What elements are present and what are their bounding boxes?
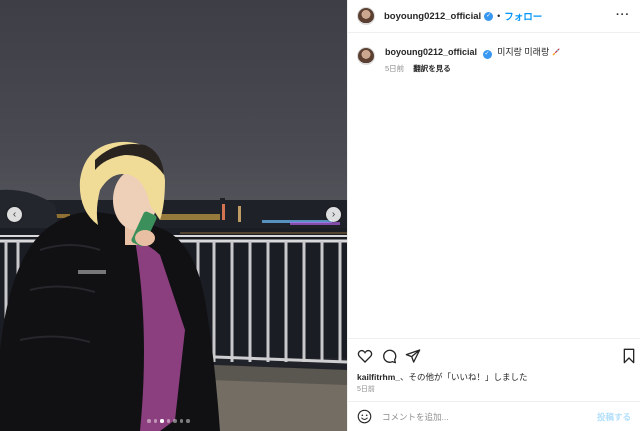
separator-dot: • — [497, 11, 501, 21]
carousel-dot — [173, 419, 177, 423]
comment-bar: 投稿する — [348, 401, 640, 431]
verified-badge-icon: ✓ — [484, 11, 494, 21]
carousel-dot — [147, 419, 151, 423]
follow-button[interactable]: フォロー — [504, 9, 542, 23]
verified-badge-icon: ✓ — [482, 50, 492, 59]
more-options-icon[interactable]: ··· — [616, 10, 630, 21]
caption-time: 5日前 — [385, 64, 405, 73]
avatar[interactable] — [357, 7, 375, 25]
carousel-prev-button[interactable]: ‹ — [7, 207, 22, 222]
post-date: 5日前 — [357, 386, 375, 393]
post-side-panel: boyoung0212_official ✓ • フォロー ··· boyoun… — [347, 0, 640, 431]
comment-icon[interactable] — [381, 348, 397, 364]
night-river-scene — [0, 141, 347, 431]
jacket-logo — [78, 270, 106, 274]
caption-avatar[interactable] — [357, 47, 375, 65]
carousel-dot — [186, 419, 190, 423]
carousel-next-button[interactable]: › — [326, 207, 341, 222]
carousel-dots — [147, 419, 190, 423]
caption-username[interactable]: boyoung0212_official — [385, 47, 477, 57]
caption: boyoung0212_official ✓ 미지랑 미래랑 5日前 翻訳を見る — [357, 46, 631, 74]
carousel-dot — [179, 419, 183, 423]
carousel-dot — [160, 419, 164, 423]
rocket-emoji-icon — [552, 48, 560, 56]
post-comment-button[interactable]: 投稿する — [597, 411, 631, 423]
carousel-dot — [166, 419, 170, 423]
translate-link[interactable]: 翻訳を見る — [413, 64, 451, 73]
likes-text: 、その他が「いいね！」しました — [400, 372, 528, 382]
heart-icon[interactable] — [357, 348, 373, 364]
likes-summary: kailfitrhm_、その他が「いいね！」しました — [357, 371, 528, 383]
share-icon[interactable] — [405, 348, 421, 364]
post-header: boyoung0212_official ✓ • フォロー ··· — [348, 0, 640, 33]
likes-user[interactable]: kailfitrhm_ — [357, 372, 400, 382]
header-username[interactable]: boyoung0212_official — [384, 11, 481, 22]
post-photo[interactable]: ‹ › — [0, 0, 347, 431]
comment-input[interactable] — [382, 411, 597, 422]
caption-text: 미지랑 미래랑 — [497, 47, 550, 57]
action-bar — [348, 338, 640, 372]
bookmark-icon[interactable] — [621, 348, 637, 364]
emoji-icon[interactable] — [357, 409, 372, 424]
carousel-dot — [153, 419, 157, 423]
